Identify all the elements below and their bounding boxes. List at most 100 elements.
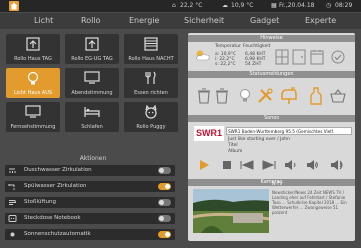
calendar-icon: ▦ [271,2,277,9]
action-stosslueftung[interactable]: Stoßlüftung [5,197,175,208]
news-text: Newsticker/News 24 Zeit NEWS TV / Landin… [272,190,347,215]
scene-rollo-haus-tag[interactable]: Rollo Haus TAG [6,34,60,64]
scene-fernsehstimmung[interactable]: Fernsehstimmung [6,102,60,132]
scene-licht-haus-aus[interactable]: Licht Haus AUS [6,68,60,98]
album-label: Album [228,149,243,154]
home-icon [10,2,18,10]
stop-icon[interactable] [222,160,232,170]
scene-abendstimmung[interactable]: Abendstimmung [65,68,119,98]
tile-label: Rollo EG-UG TAG [71,56,113,62]
scene-rollo-haus-nacht[interactable]: Rollo Haus NACHT [124,34,178,64]
actions-title: Aktionen [79,155,107,162]
main-nav: Licht Rollo Energie Sicherheit Gadget Ex… [0,13,361,29]
track-label: Titel [228,143,238,148]
tile-label: Rollo Haus NACHT [128,56,174,62]
tile-label: Rollo Haus TAG [14,56,52,62]
nav-energie[interactable]: Energie [129,16,159,25]
basket-icon [330,89,346,103]
door-icon [292,49,306,65]
action-duschwasser[interactable]: Duschwasser Zirkulation [5,165,175,176]
toggle-switch[interactable] [158,215,171,222]
fan-icon [9,200,16,205]
toggle-switch[interactable] [158,167,171,174]
toggle-switch[interactable] [158,183,171,190]
bed-icon [84,107,100,117]
tools-icon [258,88,273,103]
scene-schlafen[interactable]: Schlafen [65,102,119,132]
nav-sicherheit[interactable]: Sicherheit [184,16,224,25]
action-steckdose-notebook[interactable]: Steckdose Notebook [5,213,175,224]
volume-up-icon[interactable] [306,159,320,171]
check-circle-icon [331,50,345,64]
tile-label: Abendstimmung [71,90,113,96]
scene-essen-richten[interactable]: Essen richten [124,68,178,98]
weather-cloud-sun-icon [196,50,210,61]
lightbulb-icon [27,71,39,85]
statusmeldungen-title: Statusmeldungen [188,71,355,78]
station-field[interactable]: SWR1 Baden-Wurttemberg 95.5 (Gemischtes … [226,127,352,135]
volume-max-icon[interactable] [330,159,346,171]
action-label: Steckdose Notebook [24,215,81,221]
camera-image [193,189,269,233]
news-channel: N-TV [272,182,283,187]
monitor-icon [25,105,41,118]
blinds-down-icon [144,37,158,51]
dog-icon [145,105,157,119]
app-root: ⌂ 22,2 °C ☁ 10,9 °C ▦ Fr.,20.04.18 ◷ 08:… [0,0,361,248]
lightbulb-icon [240,89,250,102]
socket-icon [8,215,17,222]
time-text: 08:29 [335,2,353,9]
calendar-icon [310,50,324,65]
scene-rollo-puggy[interactable]: Rollo Puggy [124,102,178,132]
nav-licht[interactable]: Licht [34,16,53,25]
trash-icon [198,88,210,104]
tile-label: Licht Haus AUS [13,90,53,96]
indoor-temp: 22,2 °C [180,2,203,9]
clock-icon: ◷ [326,2,332,9]
play-icon[interactable] [198,159,210,171]
bottle-icon [310,87,322,105]
tile-label: Essen richten [134,90,168,96]
tile-label: Fernsehstimmung [10,124,56,130]
toggle-switch[interactable] [158,199,171,206]
tile-label: Rollo Puggy [136,124,166,130]
station-name: SWR1 Baden-Wurttemberg 95.5 (Gemischtes … [228,129,334,134]
blinds-up-icon [26,37,40,51]
nav-rollo[interactable]: Rollo [81,16,100,25]
outdoor-temp: 10,9 °C [231,2,254,9]
status-bar: ⌂ 22,2 °C ☁ 10,9 °C ▦ Fr.,20.04.18 ◷ 08:… [0,0,361,12]
temp-s: s: 22,2°C [215,62,236,67]
info-panel: Hinweise Temperatur Feuchtigkeit a: 10,9… [188,33,355,241]
action-sonnenschutz[interactable]: Sonnenschutzautomatik [5,229,175,240]
scene-rollo-eg-ug-tag[interactable]: Rollo EG-UG TAG [65,34,119,64]
previous-icon[interactable] [240,160,254,170]
action-spuelwasser[interactable]: Spülwasser Zirkulation [5,181,175,192]
action-label: Duschwasser Zirkulation [24,167,92,173]
faucet-icon [8,184,15,190]
sun-icon [10,232,15,237]
blinds-up-icon [85,37,99,51]
outdoor-temp-icon: ☁ [222,2,228,9]
action-label: Stoßlüftung [24,199,56,205]
mailbox-icon [281,87,297,104]
volume-down-icon[interactable] [284,159,298,171]
humidity-3: 54 ZHT [245,62,262,67]
shower-icon [9,168,16,173]
toggle-switch[interactable] [158,231,171,238]
tv-icon [84,71,100,84]
camera-feed[interactable] [193,189,269,233]
nav-gadget[interactable]: Gadget [250,16,279,25]
window-icon [275,49,289,65]
hinweise-title: Hinweise [188,35,355,42]
track-title: Just like starting over / John [228,137,290,142]
action-label: Spülwasser Zirkulation [24,183,87,189]
home-button[interactable] [9,1,19,11]
next-icon[interactable] [262,160,276,170]
action-label: Sonnenschutzautomatik [24,231,91,237]
nav-experte[interactable]: Experte [305,16,336,25]
trash-icon [216,88,228,104]
swr1-logo-text: SWR1 [196,128,223,138]
tile-label: Schlafen [81,124,103,130]
cutlery-icon [145,71,156,84]
sonos-title: Sonos [188,115,355,122]
